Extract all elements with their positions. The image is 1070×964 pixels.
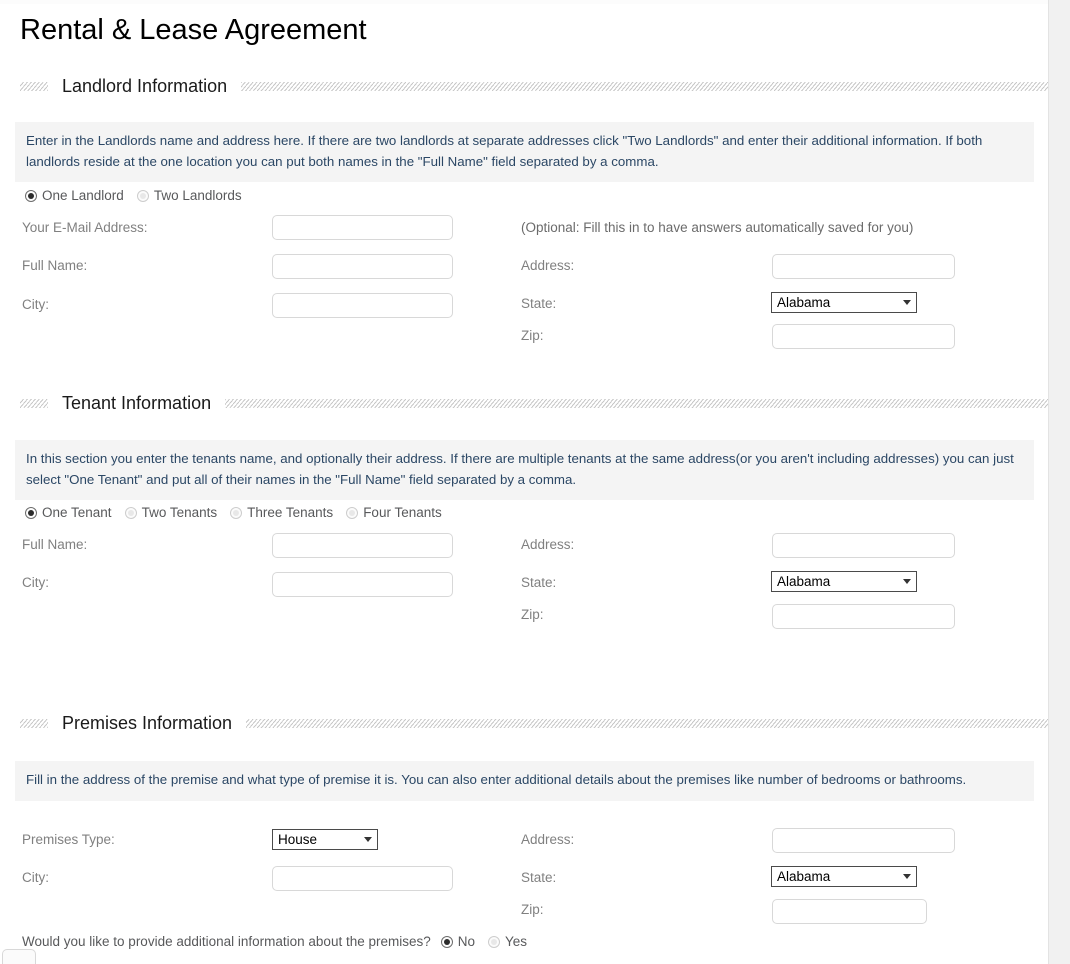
label-premises-city: City: <box>22 870 49 885</box>
info-box-premises: Fill in the address of the premise and w… <box>15 761 1034 801</box>
radio-icon-two-landlords[interactable] <box>136 189 149 202</box>
radio-option-additional-no[interactable]: No <box>440 934 488 949</box>
landlord-zip-input[interactable] <box>772 324 955 349</box>
radio-label-one-tenant: One Tenant <box>42 505 112 520</box>
tenant-zip-input[interactable] <box>772 604 955 629</box>
hatch-rule-left-icon <box>20 398 48 408</box>
label-tenant-address: Address: <box>521 537 575 552</box>
tenant-count-radio-group[interactable]: One Tenant Two Tenants Three Tenants Fou… <box>25 505 455 520</box>
landlord-count-radio-group[interactable]: One Landlord Two Landlords <box>25 188 255 203</box>
radio-icon-one-tenant[interactable] <box>25 506 37 519</box>
radio-label-one-landlord: One Landlord <box>42 188 124 203</box>
radio-option-two-landlords[interactable]: Two Landlords <box>136 188 255 203</box>
radio-option-four-tenants[interactable]: Four Tenants <box>346 505 455 520</box>
section-header-premises: Premises Information <box>20 712 1049 734</box>
radio-option-one-landlord[interactable]: One Landlord <box>25 188 137 203</box>
section-header-landlord: Landlord Information <box>20 75 1049 97</box>
hatch-rule-left-icon <box>20 718 48 728</box>
page-right-gutter <box>1048 0 1070 964</box>
chevron-down-icon <box>903 874 911 879</box>
label-tenant-state: State: <box>521 575 557 590</box>
hatch-rule-left-icon <box>20 81 48 91</box>
tenant-fullname-input[interactable] <box>272 533 453 558</box>
landlord-email-input[interactable] <box>272 215 453 240</box>
radio-icon-additional-yes[interactable] <box>488 935 501 948</box>
section-title-landlord: Landlord Information <box>62 76 228 96</box>
radio-label-additional-no: No <box>457 934 476 949</box>
chevron-down-icon <box>903 579 911 584</box>
label-premises-address: Address: <box>521 832 575 847</box>
radio-option-three-tenants[interactable]: Three Tenants <box>230 505 346 520</box>
section-title-tenant: Tenant Information <box>62 393 212 413</box>
radio-icon-four-tenants[interactable] <box>346 506 359 519</box>
premises-city-input[interactable] <box>272 866 453 891</box>
label-landlord-zip: Zip: <box>521 328 544 343</box>
label-premises-type: Premises Type: <box>22 832 115 847</box>
clipped-input-bottom[interactable] <box>2 949 36 964</box>
radio-icon-additional-no[interactable] <box>440 935 453 948</box>
premises-state-selected-value: Alabama <box>777 869 831 884</box>
landlord-address-input[interactable] <box>772 254 955 279</box>
section-header-tenant: Tenant Information <box>20 392 1049 414</box>
radio-label-two-landlords: Two Landlords <box>153 188 242 203</box>
tenant-address-input[interactable] <box>772 533 955 558</box>
hatch-rule-right-icon <box>225 398 1049 408</box>
tenant-city-input[interactable] <box>272 572 453 597</box>
landlord-state-selected-value: Alabama <box>777 295 831 310</box>
label-landlord-address: Address: <box>521 258 575 273</box>
label-tenant-fullname: Full Name: <box>22 537 88 552</box>
radio-label-three-tenants: Three Tenants <box>247 505 334 520</box>
label-landlord-state: State: <box>521 296 557 311</box>
landlord-city-input[interactable] <box>272 293 453 318</box>
chevron-down-icon <box>364 837 372 842</box>
tenant-state-select[interactable]: Alabama <box>771 571 917 592</box>
label-tenant-city: City: <box>22 575 49 590</box>
radio-label-four-tenants: Four Tenants <box>363 505 442 520</box>
label-premises-state: State: <box>521 870 557 885</box>
hatch-rule-right-icon <box>246 718 1049 728</box>
landlord-state-select[interactable]: Alabama <box>771 292 917 313</box>
radio-option-two-tenants[interactable]: Two Tenants <box>124 505 231 520</box>
top-clip-strip <box>0 0 1049 4</box>
label-landlord-email: Your E-Mail Address: <box>22 220 148 235</box>
premises-type-select[interactable]: House <box>272 829 378 850</box>
premises-zip-input[interactable] <box>772 899 927 924</box>
label-landlord-city: City: <box>22 297 49 312</box>
label-tenant-zip: Zip: <box>521 607 544 622</box>
hatch-rule-right-icon <box>241 81 1049 91</box>
radio-label-additional-yes: Yes <box>505 934 528 949</box>
radio-icon-one-landlord[interactable] <box>25 189 37 202</box>
landlord-email-note: (Optional: Fill this in to have answers … <box>521 220 914 235</box>
label-premises-zip: Zip: <box>521 902 544 917</box>
section-title-premises: Premises Information <box>62 713 233 733</box>
page-title: Rental & Lease Agreement <box>20 14 367 46</box>
radio-icon-three-tenants[interactable] <box>230 506 243 519</box>
landlord-fullname-input[interactable] <box>272 254 453 279</box>
radio-label-two-tenants: Two Tenants <box>141 505 218 520</box>
info-box-landlord: Enter in the Landlords name and address … <box>15 122 1034 182</box>
premises-state-select[interactable]: Alabama <box>771 866 917 887</box>
premises-additional-info-question-row: Would you like to provide additional inf… <box>22 934 540 949</box>
label-landlord-fullname: Full Name: <box>22 258 88 273</box>
form-page: Rental & Lease Agreement Landlord Inform… <box>0 0 1049 964</box>
info-box-tenant: In this section you enter the tenants na… <box>15 440 1034 500</box>
radio-option-one-tenant[interactable]: One Tenant <box>25 505 125 520</box>
chevron-down-icon <box>903 300 911 305</box>
premises-address-input[interactable] <box>772 828 955 853</box>
premises-additional-info-question: Would you like to provide additional inf… <box>22 934 431 949</box>
radio-option-additional-yes[interactable]: Yes <box>488 934 540 949</box>
tenant-state-selected-value: Alabama <box>777 574 831 589</box>
premises-type-selected-value: House <box>278 832 318 847</box>
radio-icon-two-tenants[interactable] <box>124 506 137 519</box>
